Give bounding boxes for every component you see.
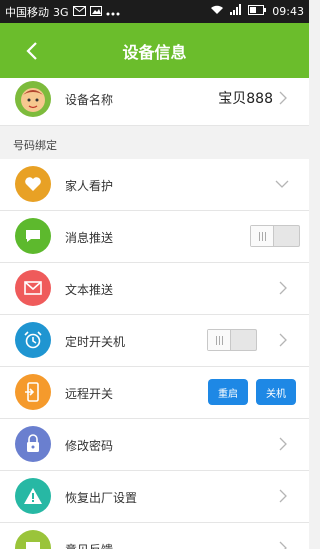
app-header: 设备信息 xyxy=(0,23,309,78)
remote-switch-row: 远程开关 重启 关机 xyxy=(0,367,309,419)
restart-button[interactable]: 重启 xyxy=(208,379,248,405)
timed-power-toggle[interactable] xyxy=(207,329,257,351)
family-care-icon-bg xyxy=(15,166,51,202)
family-care-label: 家人看护 xyxy=(65,179,114,193)
messages-icon xyxy=(72,5,86,19)
page-title: 设备信息 xyxy=(122,43,187,62)
carrier-label: 中国移动 xyxy=(5,6,49,19)
text-push-icon-bg xyxy=(15,270,51,306)
toggle-knob xyxy=(208,330,231,350)
change-password-icon-bg xyxy=(15,426,51,462)
avatar xyxy=(15,81,51,117)
clock: 09:43 xyxy=(272,4,304,18)
shutdown-button[interactable]: 关机 xyxy=(256,379,296,405)
chevron-down-icon[interactable] xyxy=(275,180,289,188)
device-name-label: 设备名称 xyxy=(65,93,114,107)
text-push-row[interactable]: 文本推送 xyxy=(0,263,309,315)
chat-icon xyxy=(26,230,40,242)
factory-reset-icon-bg xyxy=(15,478,51,514)
settings-list: 设备名称 宝贝888 号码绑定 家人看护 消息推送 文本推送 定时开关机 远程开… xyxy=(0,78,309,549)
envelope-icon xyxy=(24,281,42,295)
timed-power-icon-bg xyxy=(15,322,51,358)
remote-switch-icon-bg xyxy=(15,374,51,410)
message-push-icon-bg xyxy=(15,218,51,254)
family-care-row[interactable]: 家人看护 xyxy=(0,159,309,211)
alarm-clock-icon xyxy=(24,331,42,349)
section-number-binding: 号码绑定 xyxy=(13,139,57,152)
remote-switch-label: 远程开关 xyxy=(65,387,114,401)
message-push-toggle[interactable] xyxy=(250,225,300,247)
more-icon xyxy=(106,6,120,19)
factory-reset-row[interactable]: 恢复出厂设置 xyxy=(0,471,309,523)
change-password-label: 修改密码 xyxy=(65,439,114,453)
feedback-icon xyxy=(26,542,40,549)
text-push-label: 文本推送 xyxy=(65,283,114,297)
baby-avatar-icon xyxy=(21,88,45,112)
chevron-right-icon xyxy=(279,541,287,549)
chevron-right-icon xyxy=(279,281,287,295)
warning-icon xyxy=(24,488,42,504)
device-name-value: 宝贝888 xyxy=(218,91,273,107)
message-push-row: 消息推送 xyxy=(0,211,309,263)
phone-power-icon xyxy=(25,382,39,402)
feedback-label: 意见反馈 xyxy=(65,541,113,549)
heart-icon xyxy=(25,177,41,191)
wifi-icon xyxy=(210,4,224,18)
timed-power-label: 定时开关机 xyxy=(65,335,126,349)
network-label: 3G xyxy=(53,5,69,19)
status-left: 中国移动 3G xyxy=(5,4,120,20)
status-bar: 中国移动 3G 09:43 xyxy=(0,0,309,23)
factory-reset-label: 恢复出厂设置 xyxy=(65,491,138,505)
feedback-icon-bg xyxy=(15,530,51,549)
status-right: 09:43 xyxy=(210,4,304,18)
timed-power-row[interactable]: 定时开关机 xyxy=(0,315,309,367)
chevron-right-icon xyxy=(279,489,287,503)
lock-icon xyxy=(27,434,39,452)
device-name-row[interactable]: 设备名称 宝贝888 xyxy=(0,78,309,126)
signal-icon xyxy=(230,4,242,18)
chevron-right-icon xyxy=(279,437,287,451)
chevron-right-icon xyxy=(279,91,287,105)
chevron-right-icon xyxy=(279,333,287,347)
toggle-knob xyxy=(251,226,274,246)
message-push-label: 消息推送 xyxy=(65,231,114,245)
change-password-row[interactable]: 修改密码 xyxy=(0,419,309,471)
image-icon xyxy=(89,5,102,19)
battery-icon xyxy=(248,4,267,18)
feedback-row[interactable]: 意见反馈 xyxy=(0,523,309,549)
